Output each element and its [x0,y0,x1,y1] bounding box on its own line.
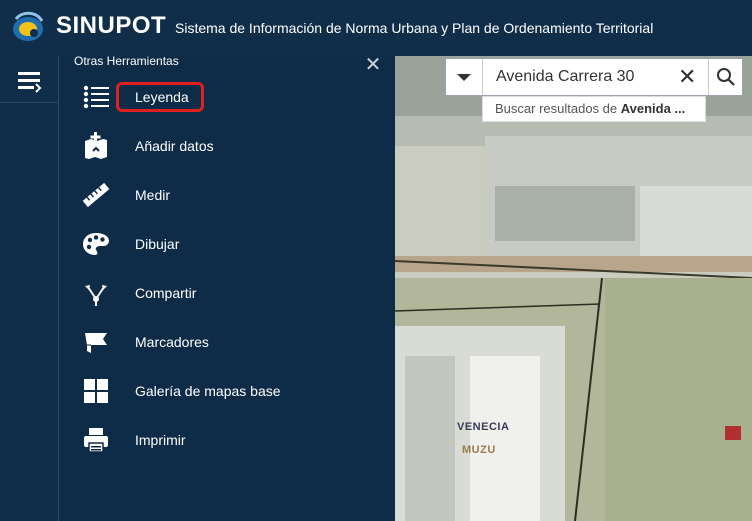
tool-label: Compartir [135,285,197,301]
share-icon [85,285,107,306]
tool-label: Dibujar [135,236,180,252]
chevron-down-icon [457,74,471,81]
legend-list-icon [83,85,109,109]
map-label: VENECIA [457,421,510,433]
suggestion-prefix: Buscar resultados de [495,101,621,116]
map-view[interactable]: VENECIA MUZU [395,56,752,521]
tool-anadir-datos[interactable]: Añadir datos [79,129,379,163]
clear-icon[interactable]: ✕ [678,64,696,90]
print-icon [84,428,108,453]
tool-compartir[interactable]: Compartir [79,276,379,310]
search-button[interactable] [708,59,743,95]
search-box: Avenida Carrera 30 ✕ [445,58,743,96]
left-rail [0,56,59,521]
bookmark-icon [85,333,107,353]
highlight-box [116,82,204,112]
tool-label: Marcadores [135,334,209,350]
tool-label: Añadir datos [135,138,214,154]
menu-icon[interactable] [14,66,44,96]
basemap-gallery-icon [84,379,108,403]
sinupot-logo-icon[interactable] [10,9,46,45]
tool-label: Imprimir [135,432,186,448]
tool-marcadores[interactable]: Marcadores [79,325,379,359]
panel-title: Otras Herramientas [74,54,179,68]
tool-galeria[interactable]: Galería de mapas base [79,374,379,408]
add-data-icon [85,132,107,159]
ruler-icon [82,182,110,208]
app-subtitle: Sistema de Información de Norma Urbana y… [175,20,654,36]
tool-imprimir[interactable]: Imprimir [79,423,379,457]
search-input[interactable]: Avenida Carrera 30 [496,68,634,86]
suggestion-term: Avenida ... [620,101,686,116]
tool-dibujar[interactable]: Dibujar [79,227,379,261]
search-source-dropdown[interactable] [446,59,483,95]
tool-label: Galería de mapas base [135,383,281,399]
palette-icon [83,233,109,255]
close-icon[interactable]: ✕ [363,55,383,76]
search-icon [717,68,735,86]
search-suggestion[interactable]: Buscar resultados de Avenida ... [482,96,706,122]
tool-medir[interactable]: Medir [79,178,379,212]
rail-divider [0,102,58,103]
tool-label: Medir [135,187,171,203]
app-brand: SINUPOT [56,12,167,39]
tools-panel: Otras Herramientas ✕ Leyenda Añadir dato… [59,54,395,521]
satellite-basemap [395,56,752,521]
map-label: MUZU [462,444,496,456]
app-header: SINUPOT Sistema de Información de Norma … [0,0,752,56]
